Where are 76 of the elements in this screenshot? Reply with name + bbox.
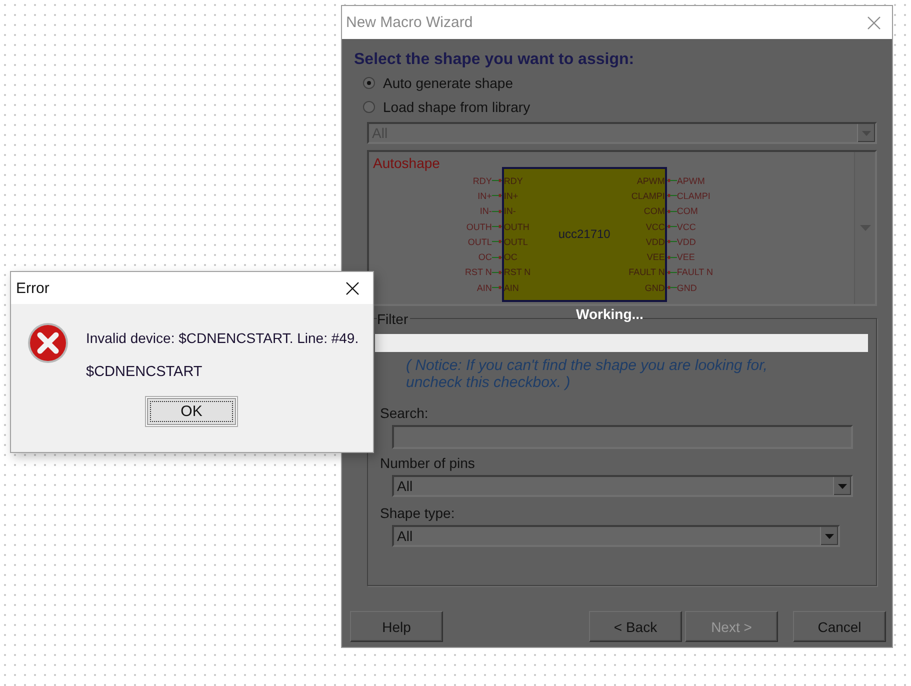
pin-name: GND — [644, 282, 665, 293]
pin-name: APWM — [636, 176, 665, 186]
preview-title: Autoshape — [373, 155, 440, 171]
pin-label: AIN — [476, 282, 492, 293]
caret-icon — [838, 484, 847, 488]
pin-lead — [666, 178, 677, 184]
pin-lead — [666, 285, 677, 290]
ok-button[interactable]: OK — [145, 396, 238, 427]
wizard-button[interactable]: Cancel — [793, 611, 886, 642]
pin-label: FAULT N — [676, 267, 714, 278]
radio-icon[interactable] — [363, 101, 375, 113]
pin-lead — [666, 193, 677, 198]
field-label: Search: — [380, 405, 430, 421]
pin-name: OUTL — [504, 236, 528, 247]
pin-lead — [492, 270, 502, 275]
pin-lead — [492, 254, 502, 260]
pin-lead — [666, 254, 677, 260]
pin-lead — [666, 224, 677, 230]
pin-name: VCC — [646, 222, 665, 232]
pin-name: RDY — [504, 176, 523, 186]
pin-lead — [492, 193, 502, 198]
shape-type-dropdown[interactable]: All — [392, 525, 840, 547]
caret-icon — [862, 130, 871, 136]
pin-label: IN- — [480, 206, 492, 216]
radio-icon[interactable] — [363, 77, 375, 89]
close-icon[interactable] — [346, 282, 359, 294]
pin-lead — [666, 208, 677, 214]
pin-label: RDY — [472, 176, 492, 186]
pin-lead — [492, 224, 502, 230]
pin-label: GND — [676, 282, 697, 293]
error-icon — [27, 322, 69, 364]
radio-option[interactable]: Load shape from library — [363, 95, 880, 119]
group-title: Filter — [377, 311, 410, 324]
pin-name: IN+ — [504, 190, 518, 201]
error-detail: $CDNENCSTART — [86, 364, 204, 380]
pin-name: RST N — [504, 267, 531, 278]
pin-label: CLAMPI — [676, 190, 710, 201]
pin-name: CLAMPI — [631, 190, 665, 201]
pin-name: OUTH — [504, 222, 530, 232]
pin-label: OUTH — [466, 222, 492, 232]
pin-lead — [666, 270, 677, 275]
pin-label: VEE — [676, 252, 695, 262]
pin-lead — [492, 208, 502, 214]
pin-label: RST N — [465, 267, 492, 278]
pin-count-dropdown[interactable]: All — [392, 475, 853, 497]
pin-lead — [492, 239, 502, 244]
field-label: Shape type: — [380, 505, 456, 521]
search-field[interactable] — [392, 425, 853, 449]
caret-icon — [825, 534, 834, 538]
pin-label: IN+ — [478, 190, 492, 201]
pin-lead — [492, 285, 502, 290]
pin-label: OUTL — [468, 236, 492, 247]
pin-label: APWM — [676, 176, 705, 186]
pin-name: OC — [504, 252, 518, 262]
dialog-title: Error — [16, 280, 50, 296]
pin-label: COM — [676, 206, 698, 216]
pin-name: COM — [644, 206, 665, 216]
pin-label: OC — [478, 252, 492, 262]
wizard-button[interactable]: < Back — [589, 611, 682, 642]
pin-name: FAULT N — [628, 267, 665, 278]
wizard-heading: Select the shape you want to assign: — [354, 51, 636, 70]
pin-name: VDD — [646, 236, 665, 247]
pin-label: VCC — [676, 222, 696, 232]
pin-label: VDD — [676, 236, 696, 247]
pin-name: IN- — [504, 206, 516, 216]
pin-name: AIN — [504, 282, 519, 293]
pin-lead — [666, 239, 677, 244]
window-title: New Macro Wizard — [346, 14, 473, 31]
pin-name: VEE — [646, 252, 665, 262]
pin-lead — [492, 178, 502, 184]
status-text: Working... — [576, 306, 644, 322]
field-label: Number of pins — [380, 455, 476, 471]
error-message: Invalid device: $CDNENCSTART. Line: #49. — [86, 330, 359, 346]
notice-text: ( Notice: If you can't find the shape you are looking for, uncheck this checkbox. ) — [406, 357, 768, 391]
radio-option[interactable]: Auto generate shape — [363, 71, 880, 95]
wizard-button[interactable]: Help — [350, 611, 443, 642]
